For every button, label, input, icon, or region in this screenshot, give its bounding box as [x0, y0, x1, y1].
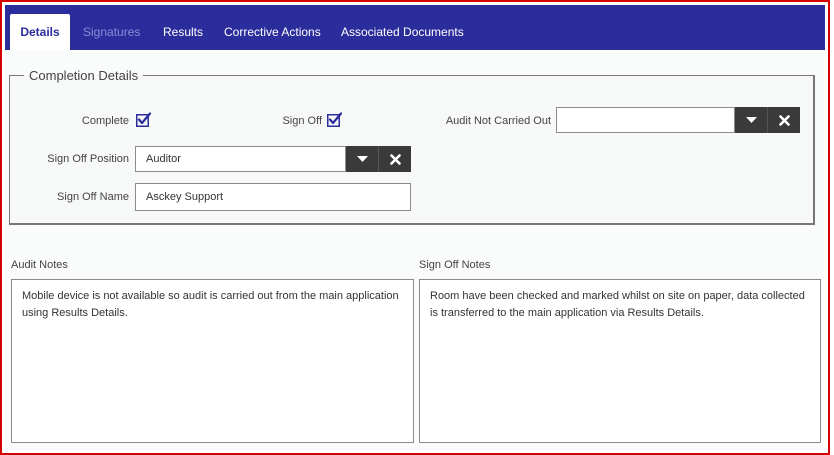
completion-details-group: Completion Details [9, 68, 815, 225]
caret-down-icon [356, 155, 368, 162]
audit-not-carried-out-label: Audit Not Carried Out [445, 115, 551, 127]
sign-off-name-input[interactable]: Asckey Support [135, 183, 411, 211]
audit-not-carried-out-clear-button[interactable] [767, 107, 800, 133]
sign-off-checkbox[interactable] [327, 112, 342, 127]
tab-bar: Details Signatures Results Corrective Ac… [5, 5, 825, 50]
sign-off-notes-textarea[interactable]: Room have been checked and marked whilst… [419, 279, 821, 443]
sign-off-position-label: Sign Off Position [47, 153, 129, 165]
audit-not-carried-out-dropdown-button[interactable] [735, 107, 767, 133]
details-panel: Completion Details Complete Sign Off Aud… [5, 50, 825, 450]
sign-off-position-input[interactable]: Auditor [135, 146, 346, 172]
complete-checkbox[interactable] [136, 112, 151, 127]
sign-off-name-label: Sign Off Name [57, 191, 129, 203]
complete-label: Complete [81, 115, 129, 127]
sign-off-position-clear-button[interactable] [378, 146, 411, 172]
audit-notes-textarea[interactable]: Mobile device is not available so audit … [11, 279, 414, 443]
tab-corrective-actions[interactable]: Corrective Actions [224, 14, 321, 50]
sign-off-position-dropdown-button[interactable] [346, 146, 378, 172]
tab-details[interactable]: Details [10, 14, 70, 50]
audit-not-carried-out-input[interactable] [556, 107, 735, 133]
sign-off-notes-label: Sign Off Notes [419, 259, 491, 271]
audit-not-carried-out-combo [556, 107, 800, 133]
close-icon [389, 153, 401, 165]
audit-notes-label: Audit Notes [11, 259, 68, 271]
completion-details-legend: Completion Details [29, 68, 139, 83]
tab-signatures[interactable]: Signatures [83, 14, 140, 50]
caret-down-icon [745, 116, 757, 123]
sign-off-label: Sign Off [282, 115, 322, 127]
sign-off-position-combo: Auditor [135, 146, 411, 172]
tab-results[interactable]: Results [163, 14, 203, 50]
close-icon [778, 114, 790, 126]
window-frame: Details Signatures Results Corrective Ac… [0, 0, 830, 455]
tab-associated-documents[interactable]: Associated Documents [341, 14, 464, 50]
